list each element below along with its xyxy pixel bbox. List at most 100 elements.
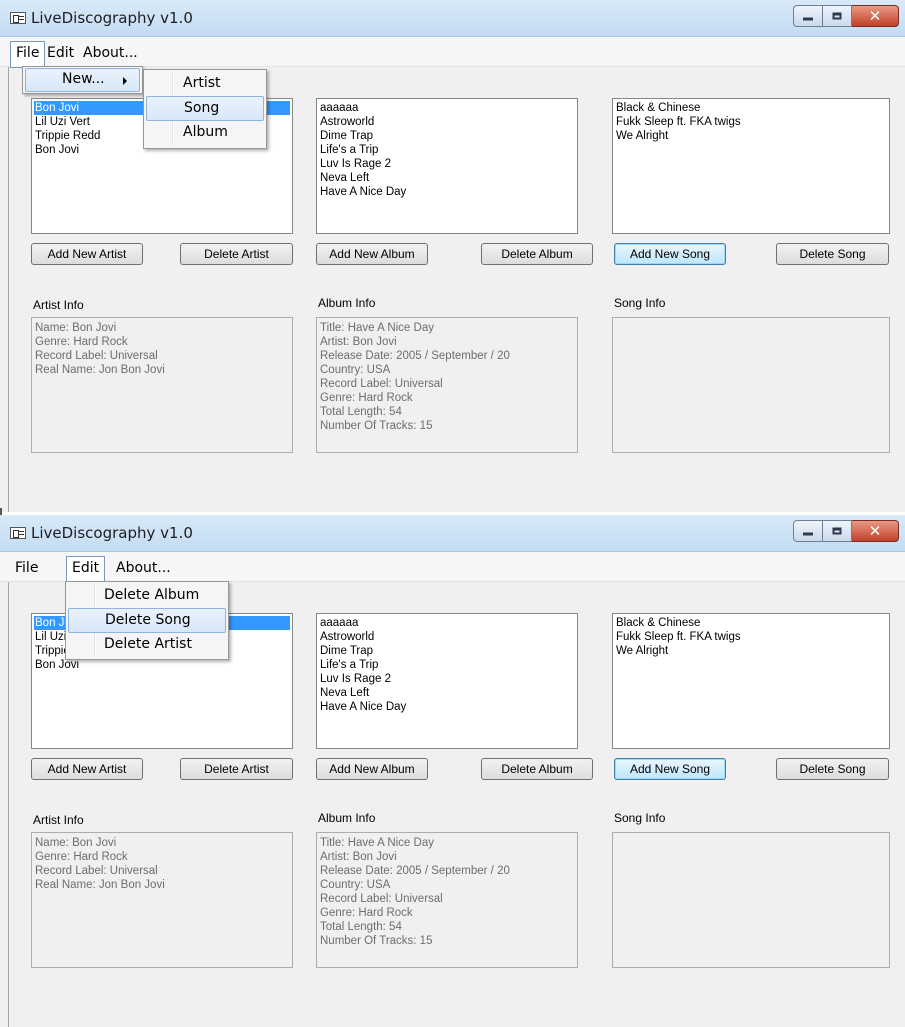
submenu-item-song[interactable]: Song bbox=[146, 96, 264, 121]
song-listbox[interactable]: Black & Chinese Fukk Sleep ft. FKA twigs… bbox=[612, 98, 890, 234]
album-info-box: Title: Have A Nice Day Artist: Bon Jovi … bbox=[316, 832, 578, 968]
song-info-box bbox=[612, 832, 890, 968]
album-info-box: Title: Have A Nice Day Artist: Bon Jovi … bbox=[316, 317, 578, 453]
add-song-button[interactable]: Add New Song bbox=[614, 758, 726, 780]
menu-edit[interactable]: Edit bbox=[42, 43, 79, 63]
list-item[interactable]: Astroworld bbox=[319, 115, 575, 129]
song-info-label: Song Info bbox=[614, 296, 666, 310]
list-item[interactable]: Astroworld bbox=[319, 630, 575, 644]
edit-dropdown: Delete Album Delete Song Delete Artist bbox=[65, 581, 229, 660]
album-info-line: Title: Have A Nice Day bbox=[320, 322, 434, 334]
album-info-line: Release Date: 2005 / September / 20 bbox=[320, 350, 510, 362]
maximize-icon bbox=[832, 12, 842, 20]
window-title: LiveDiscography v1.0 bbox=[31, 9, 193, 27]
close-icon: ✕ bbox=[868, 7, 882, 25]
list-item[interactable]: Luv Is Rage 2 bbox=[319, 157, 575, 171]
window-title: LiveDiscography v1.0 bbox=[31, 524, 193, 542]
list-item[interactable]: Black & Chinese bbox=[615, 101, 887, 115]
maximize-button[interactable] bbox=[823, 520, 852, 542]
artist-info-line: Genre: Hard Rock bbox=[35, 851, 128, 863]
menu-item-delete-album[interactable]: Delete Album bbox=[68, 584, 226, 608]
menu-item-delete-song[interactable]: Delete Song bbox=[68, 608, 226, 633]
close-icon: ✕ bbox=[868, 522, 882, 540]
menu-about[interactable]: About... bbox=[111, 558, 176, 578]
song-listbox[interactable]: Black & Chinese Fukk Sleep ft. FKA twigs… bbox=[612, 613, 890, 749]
list-item[interactable]: Bon Jovi bbox=[34, 658, 290, 672]
title-bar[interactable]: LiveDiscography v1.0 ✕ bbox=[0, 515, 905, 552]
list-item[interactable]: We Alright bbox=[615, 129, 887, 143]
list-item[interactable]: Dime Trap bbox=[319, 644, 575, 658]
delete-album-button[interactable]: Delete Album bbox=[481, 243, 593, 265]
delete-song-button[interactable]: Delete Song bbox=[776, 243, 889, 265]
add-album-button[interactable]: Add New Album bbox=[316, 758, 428, 780]
artist-info-line: Record Label: Universal bbox=[35, 350, 158, 362]
list-item[interactable]: aaaaaa bbox=[319, 616, 575, 630]
album-info-line: Genre: Hard Rock bbox=[320, 907, 413, 919]
menu-bar: File Edit About... bbox=[0, 552, 905, 583]
artist-info-line: Name: Bon Jovi bbox=[35, 322, 117, 334]
delete-song-button[interactable]: Delete Song bbox=[776, 758, 889, 780]
artist-info-line: Real Name: Jon Bon Jovi bbox=[35, 364, 165, 376]
artist-info-line: Name: Bon Jovi bbox=[35, 837, 117, 849]
menu-file[interactable]: File bbox=[10, 558, 43, 578]
artist-info-label: Artist Info bbox=[33, 813, 84, 827]
album-info-line: Record Label: Universal bbox=[320, 378, 443, 390]
add-song-button[interactable]: Add New Song bbox=[614, 243, 726, 265]
menu-file[interactable]: File bbox=[10, 41, 46, 68]
artist-info-line: Genre: Hard Rock bbox=[35, 336, 128, 348]
submenu-item-artist[interactable]: Artist bbox=[146, 72, 264, 96]
album-listbox[interactable]: aaaaaa Astroworld Dime Trap Life's a Tri… bbox=[316, 98, 578, 234]
album-info-label: Album Info bbox=[318, 811, 376, 825]
minimize-button[interactable] bbox=[793, 5, 823, 27]
add-artist-button[interactable]: Add New Artist bbox=[31, 758, 143, 780]
minimize-button[interactable] bbox=[793, 520, 823, 542]
app-icon bbox=[10, 12, 26, 24]
app-window-edit-menu: LiveDiscography v1.0 ✕ File Edit About..… bbox=[0, 515, 905, 1027]
maximize-button[interactable] bbox=[823, 5, 852, 27]
list-item[interactable]: Fukk Sleep ft. FKA twigs bbox=[615, 630, 887, 644]
new-submenu: Artist Song Album bbox=[143, 69, 267, 149]
list-item[interactable]: Black & Chinese bbox=[615, 616, 887, 630]
album-info-line: Country: USA bbox=[320, 364, 391, 376]
album-info-line: Country: USA bbox=[320, 879, 391, 891]
album-info-line: Total Length: 54 bbox=[320, 406, 402, 418]
album-info-line: Artist: Bon Jovi bbox=[320, 336, 397, 348]
add-album-button[interactable]: Add New Album bbox=[316, 243, 428, 265]
album-info-line: Record Label: Universal bbox=[320, 893, 443, 905]
close-button[interactable]: ✕ bbox=[852, 520, 899, 542]
list-item[interactable]: Dime Trap bbox=[319, 129, 575, 143]
list-item[interactable]: Luv Is Rage 2 bbox=[319, 672, 575, 686]
list-item[interactable]: Life's a Trip bbox=[319, 143, 575, 157]
song-info-label: Song Info bbox=[614, 811, 666, 825]
app-icon bbox=[10, 527, 26, 539]
menu-about[interactable]: About... bbox=[78, 43, 143, 63]
minimize-icon bbox=[803, 532, 813, 536]
close-button[interactable]: ✕ bbox=[852, 5, 899, 27]
list-item[interactable]: Have A Nice Day bbox=[319, 185, 575, 199]
album-listbox[interactable]: aaaaaa Astroworld Dime Trap Life's a Tri… bbox=[316, 613, 578, 749]
title-bar[interactable]: LiveDiscography v1.0 ✕ bbox=[0, 0, 905, 37]
album-info-line: Release Date: 2005 / September / 20 bbox=[320, 865, 510, 877]
delete-artist-button[interactable]: Delete Artist bbox=[180, 243, 293, 265]
song-info-box bbox=[612, 317, 890, 453]
artist-info-line: Real Name: Jon Bon Jovi bbox=[35, 879, 165, 891]
album-info-line: Total Length: 54 bbox=[320, 921, 402, 933]
list-item[interactable]: Neva Left bbox=[319, 171, 575, 185]
list-item[interactable]: Fukk Sleep ft. FKA twigs bbox=[615, 115, 887, 129]
add-artist-button[interactable]: Add New Artist bbox=[31, 243, 143, 265]
list-item[interactable]: aaaaaa bbox=[319, 101, 575, 115]
menu-edit[interactable]: Edit bbox=[66, 556, 106, 583]
chevron-right-icon bbox=[123, 77, 127, 85]
album-info-line: Title: Have A Nice Day bbox=[320, 837, 434, 849]
artist-info-box: Name: Bon Jovi Genre: Hard Rock Record L… bbox=[31, 317, 293, 453]
list-item[interactable]: Life's a Trip bbox=[319, 658, 575, 672]
submenu-item-album[interactable]: Album bbox=[146, 121, 264, 145]
list-item[interactable]: Have A Nice Day bbox=[319, 700, 575, 714]
menu-item-new-label: New... bbox=[62, 71, 105, 87]
list-item[interactable]: Neva Left bbox=[319, 686, 575, 700]
list-item[interactable]: We Alright bbox=[615, 644, 887, 658]
delete-album-button[interactable]: Delete Album bbox=[481, 758, 593, 780]
menu-item-delete-artist[interactable]: Delete Artist bbox=[68, 633, 226, 657]
file-dropdown: New... bbox=[22, 66, 143, 94]
delete-artist-button[interactable]: Delete Artist bbox=[180, 758, 293, 780]
